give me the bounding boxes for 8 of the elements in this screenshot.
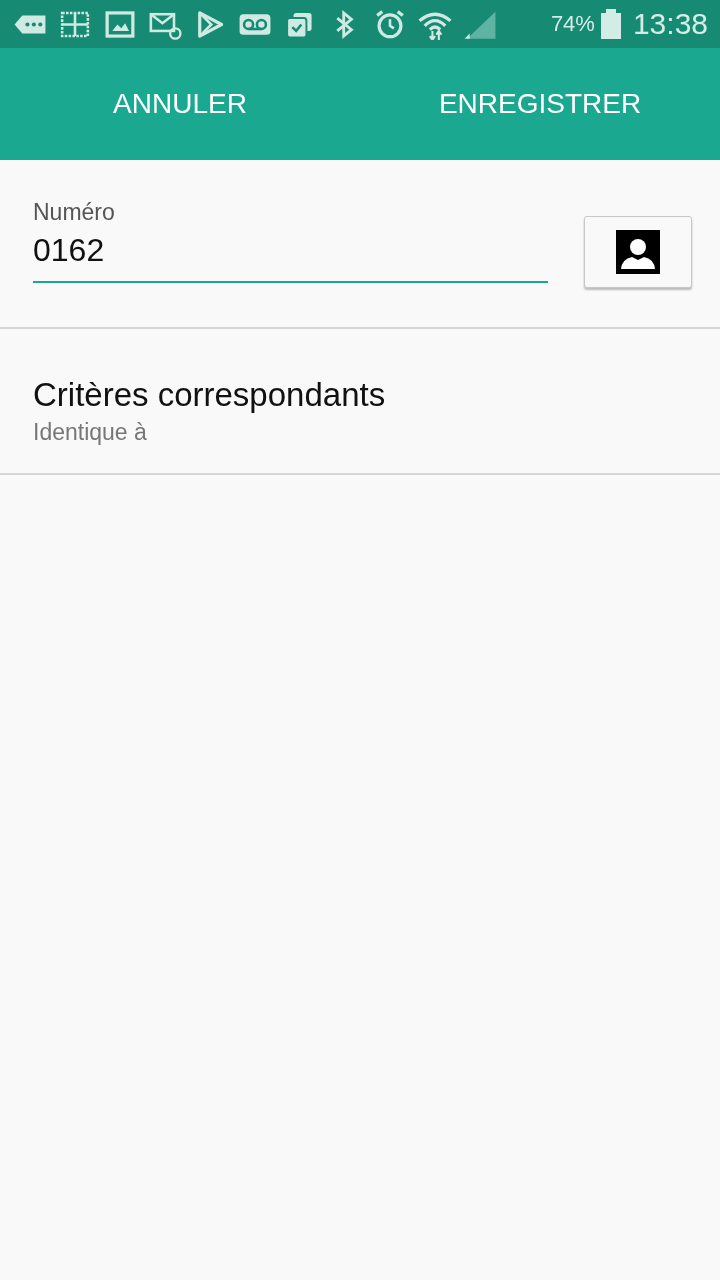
battery-percent: 74%: [550, 11, 595, 37]
clock: 13:38: [632, 7, 708, 41]
battery-icon: [600, 9, 621, 39]
contact-button[interactable]: [584, 216, 692, 288]
number-field[interactable]: 0162: [33, 226, 548, 283]
person-icon: [616, 230, 660, 274]
field-label: Numéro: [33, 198, 116, 226]
settings-item[interactable]: Critères correspondants Identique à: [0, 329, 720, 475]
